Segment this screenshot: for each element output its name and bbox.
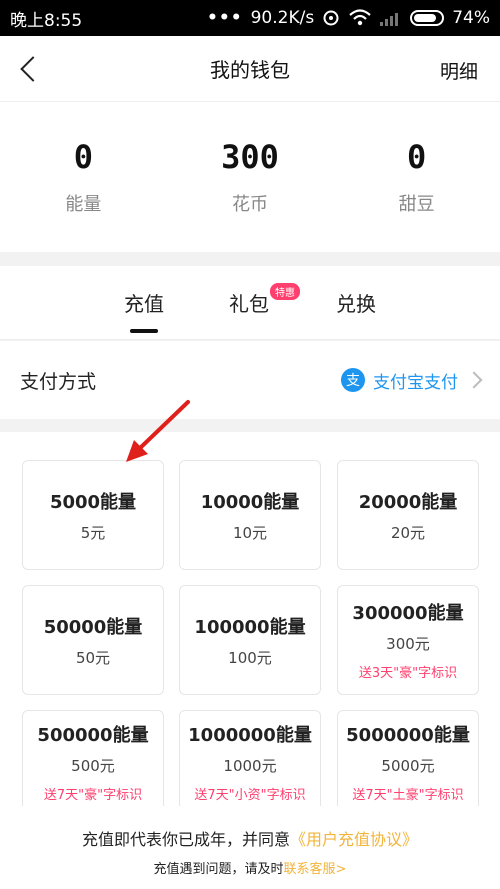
pack-price: 10元 xyxy=(232,523,268,542)
pack-price: 5000元 xyxy=(381,756,435,775)
recharge-pack-card[interactable]: 50000能量 50元 xyxy=(22,585,164,695)
pack-bonus: 送7天"小资"字标识 xyxy=(194,787,306,803)
battery-percent: 74% xyxy=(452,8,490,28)
agreement-text: 充值即代表你已成年，并同意 xyxy=(81,830,290,849)
recharge-pack-card[interactable]: 1000000能量 1000元 送7天"小资"字标识 xyxy=(179,710,321,812)
support-text: 充值遇到问题，请及时 xyxy=(153,862,284,877)
status-right: ••• 90.2K/s 74% xyxy=(207,8,490,28)
tab-gift[interactable]: 礼包 xyxy=(229,288,269,317)
page-title: 我的钱包 xyxy=(210,58,290,82)
signal-icon xyxy=(380,10,402,26)
pack-bonus: 送3天"豪"字标识 xyxy=(358,666,458,681)
pack-price: 5元 xyxy=(80,523,106,542)
pack-amount: 10000能量 xyxy=(200,491,300,513)
balance-label: 花币 xyxy=(232,194,268,215)
pack-amount: 100000能量 xyxy=(194,616,306,638)
balance-panel: 0 能量 300 花币 0 甜豆 xyxy=(0,102,500,252)
pack-bonus: 送7天"豪"字标识 xyxy=(43,787,143,803)
pack-amount: 50000能量 xyxy=(43,616,143,638)
balance-label: 能量 xyxy=(65,194,102,215)
tab-recharge[interactable]: 充值 xyxy=(124,288,164,317)
pack-amount: 20000能量 xyxy=(358,491,458,513)
tab-indicator xyxy=(130,329,158,333)
pack-price: 100元 xyxy=(228,648,272,667)
recharge-pack-card[interactable]: 5000能量 5元 xyxy=(22,460,164,570)
status-bar: 晚上8:55 ••• 90.2K/s 74% xyxy=(0,0,500,36)
gift-badge: 特惠 xyxy=(270,283,300,300)
recharge-pack-card[interactable]: 100000能量 100元 xyxy=(179,585,321,695)
detail-button[interactable]: 明细 xyxy=(440,57,478,84)
payment-label: 支付方式 xyxy=(20,370,97,393)
chevron-right-icon xyxy=(465,371,483,389)
agreement-link[interactable]: 《用户充值协议》 xyxy=(290,830,418,849)
network-speed: 90.2K/s xyxy=(250,8,315,28)
recharge-pack-card[interactable]: 20000能量 20元 xyxy=(337,460,479,570)
payment-method-row[interactable]: 支付方式 支 支付宝支付 xyxy=(0,341,500,419)
balance-value: 0 xyxy=(73,138,93,176)
balance-value: 0 xyxy=(407,138,427,176)
more-dots-icon: ••• xyxy=(207,8,243,28)
recharge-pack-card[interactable]: 300000能量 300元 送3天"豪"字标识 xyxy=(337,585,479,695)
payment-method-value: 支付宝支付 xyxy=(373,372,458,393)
sync-icon xyxy=(323,10,339,26)
alipay-icon: 支 xyxy=(341,368,365,392)
balance-value: 300 xyxy=(221,138,279,176)
pack-price: 500元 xyxy=(71,756,115,775)
annotation-arrow-icon xyxy=(126,400,190,462)
pack-amount: 5000000能量 xyxy=(346,724,470,746)
agreement-line: 充值即代表你已成年，并同意《用户充值协议》 xyxy=(0,826,500,850)
pack-amount: 1000000能量 xyxy=(188,724,312,746)
pack-price: 20元 xyxy=(390,523,426,542)
navbar: 我的钱包 明细 xyxy=(0,36,500,102)
recharge-pack-grid: 5000能量 5元 10000能量 10元 20000能量 20元 50000能… xyxy=(0,432,500,812)
status-time: 晚上8:55 xyxy=(10,10,83,31)
recharge-pack-card[interactable]: 500000能量 500元 送7天"豪"字标识 xyxy=(22,710,164,812)
support-line: 充值遇到问题，请及时联系客服> xyxy=(0,858,500,877)
pack-amount: 500000能量 xyxy=(37,724,149,746)
pack-price: 300元 xyxy=(386,635,430,653)
tab-exchange[interactable]: 兑换 xyxy=(336,288,376,317)
recharge-pack-card[interactable]: 10000能量 10元 xyxy=(179,460,321,570)
contact-support-link[interactable]: 联系客服> xyxy=(284,862,347,877)
balance-energy: 0 能量 xyxy=(0,102,167,252)
balance-flower-coin: 300 花币 xyxy=(167,102,334,252)
pack-price: 1000元 xyxy=(223,756,277,775)
pack-bonus: 送7天"土豪"字标识 xyxy=(352,787,464,803)
balance-sweet-bean: 0 甜豆 xyxy=(333,102,500,252)
back-arrow-icon[interactable] xyxy=(16,54,44,84)
tab-bar: 充值 礼包 特惠 兑换 xyxy=(0,266,500,340)
pack-amount: 300000能量 xyxy=(352,603,464,624)
footer-agreement: 充值即代表你已成年，并同意《用户充值协议》 充值遇到问题，请及时联系客服> xyxy=(0,806,500,889)
wifi-icon xyxy=(349,9,371,26)
recharge-pack-card[interactable]: 5000000能量 5000元 送7天"土豪"字标识 xyxy=(337,710,479,812)
pack-price: 50元 xyxy=(75,648,111,667)
balance-label: 甜豆 xyxy=(398,194,435,215)
pack-amount: 5000能量 xyxy=(49,491,137,513)
battery-icon xyxy=(410,10,445,26)
